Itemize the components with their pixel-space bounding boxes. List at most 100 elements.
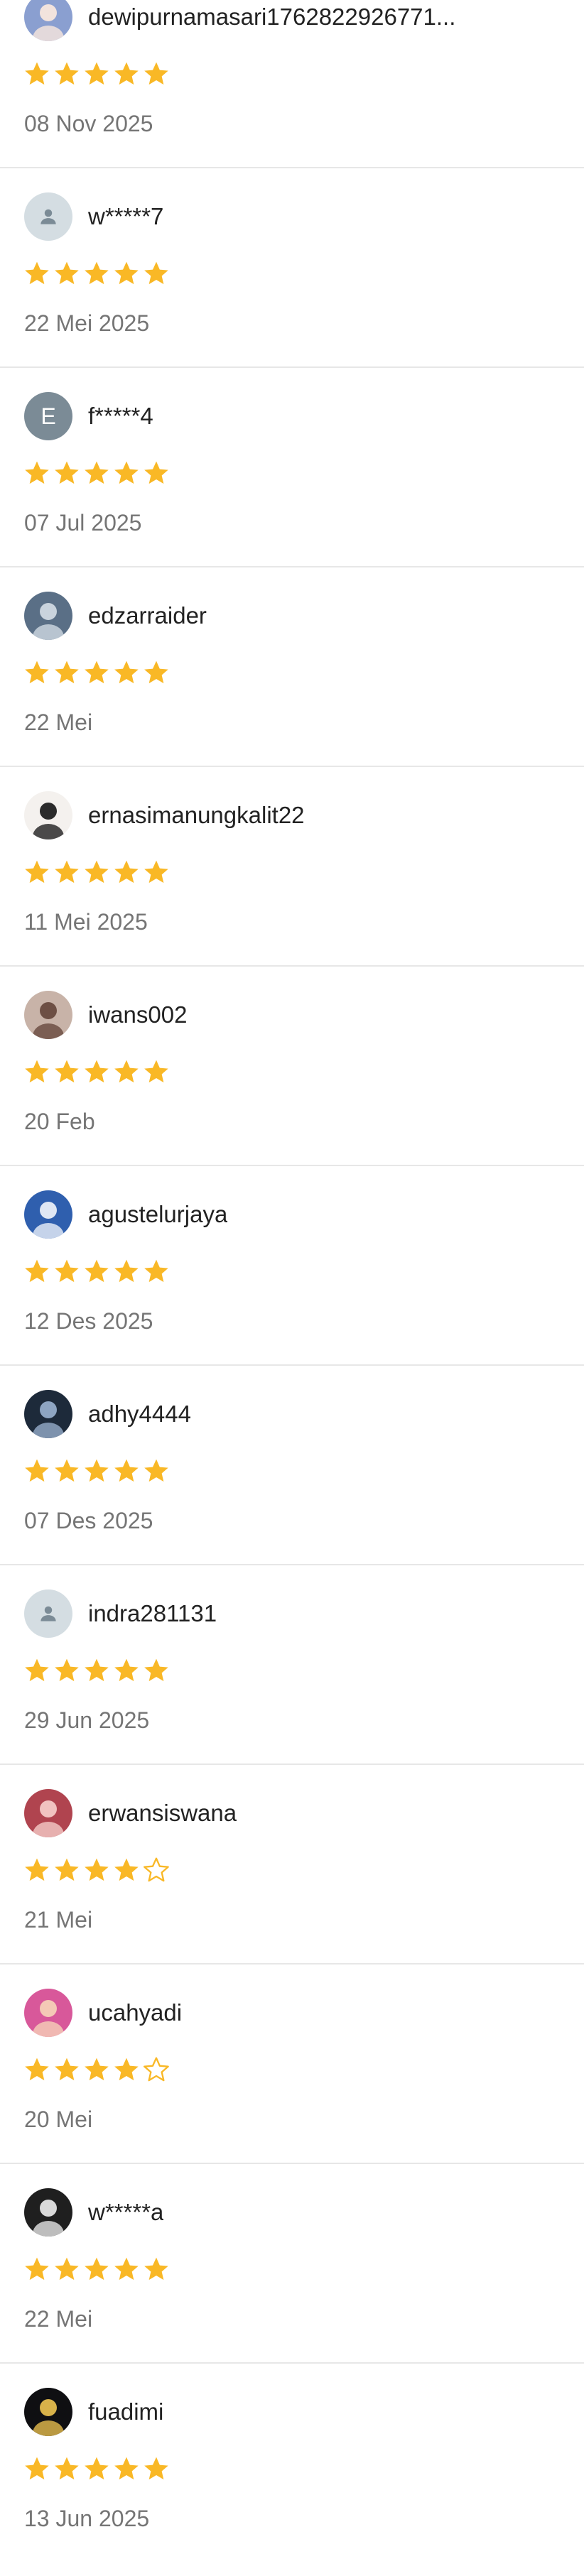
star-filled-icon bbox=[144, 261, 168, 285]
reviewer-username: iwans002 bbox=[88, 1001, 188, 1028]
review-date: 12 Des 2025 bbox=[24, 1308, 153, 1334]
star-filled-icon bbox=[25, 1060, 49, 1083]
avatar-photo bbox=[24, 1789, 72, 1837]
review-item: dewipurnamasari1762822926771... 08 Nov 20… bbox=[0, 0, 584, 168]
avatar-photo bbox=[24, 1390, 72, 1438]
review-date: 07 Jul 2025 bbox=[24, 510, 142, 536]
review-user-row: iwans002 bbox=[24, 991, 187, 1039]
star-filled-icon bbox=[114, 2457, 139, 2480]
star-empty-icon bbox=[144, 2057, 169, 2082]
reviewer-username: edzarraider bbox=[88, 602, 207, 629]
star-filled-icon bbox=[144, 1459, 168, 1482]
avatar-photo bbox=[24, 991, 72, 1039]
review-date: 11 Mei 2025 bbox=[24, 909, 148, 935]
person-icon bbox=[40, 209, 56, 224]
avatar-photo bbox=[24, 1190, 72, 1239]
star-rating bbox=[23, 2455, 171, 2483]
review-list: dewipurnamasari1762822926771... 08 Nov 20… bbox=[0, 0, 584, 2545]
review-date: 21 Mei bbox=[24, 1907, 93, 1933]
review-user-row: agustelurjaya bbox=[24, 1190, 227, 1239]
default-avatar-icon bbox=[24, 1589, 72, 1638]
reviewer-username: indra281131 bbox=[88, 1600, 217, 1626]
default-avatar-icon bbox=[24, 192, 72, 241]
star-filled-icon bbox=[144, 1060, 168, 1083]
reviewer-username: agustelurjaya bbox=[88, 1201, 228, 1227]
star-filled-icon bbox=[55, 261, 79, 285]
star-filled-icon bbox=[114, 2058, 139, 2081]
profile-picture bbox=[33, 603, 64, 640]
star-filled-icon bbox=[55, 1658, 79, 1682]
review-item: iwans002 20 Feb bbox=[0, 967, 584, 1166]
star-filled-icon bbox=[85, 860, 109, 884]
review-user-row: ucahyadi bbox=[24, 1989, 182, 2037]
star-filled-icon bbox=[55, 661, 79, 684]
star-filled-icon bbox=[114, 860, 139, 884]
review-item: adhy4444 07 Des 2025 bbox=[0, 1366, 584, 1565]
profile-picture bbox=[33, 2000, 64, 2037]
star-rating bbox=[23, 1457, 171, 1485]
profile-picture bbox=[33, 803, 64, 839]
review-user-row: w*****7 bbox=[24, 192, 163, 241]
review-item: edzarraider 22 Mei bbox=[0, 567, 584, 767]
review-date: 29 Jun 2025 bbox=[24, 1707, 150, 1733]
review-user-row: adhy4444 bbox=[24, 1390, 191, 1438]
review-user-row: Ef*****4 bbox=[24, 392, 153, 440]
star-filled-icon bbox=[55, 2058, 79, 2081]
review-date: 07 Des 2025 bbox=[24, 1508, 153, 1533]
star-filled-icon bbox=[55, 2257, 79, 2281]
star-rating bbox=[23, 1257, 171, 1286]
review-date: 13 Jun 2025 bbox=[24, 2506, 150, 2531]
star-filled-icon bbox=[114, 2257, 139, 2281]
star-filled-icon bbox=[25, 2058, 49, 2081]
reviewer-username: ucahyadi bbox=[88, 1999, 183, 2026]
avatar-photo bbox=[24, 592, 72, 640]
star-filled-icon bbox=[144, 1259, 168, 1283]
review-user-row: ernasimanungkalit22 bbox=[24, 791, 305, 839]
star-filled-icon bbox=[25, 2257, 49, 2281]
review-item: w*****7 22 Mei 2025 bbox=[0, 168, 584, 368]
reviewer-username: erwansiswana bbox=[88, 1800, 237, 1826]
star-filled-icon bbox=[85, 1658, 109, 1682]
star-filled-icon bbox=[85, 1259, 109, 1283]
star-filled-icon bbox=[55, 2457, 79, 2480]
review-item: Ef*****4 07 Jul 2025 bbox=[0, 368, 584, 567]
star-filled-icon bbox=[25, 1658, 49, 1682]
star-filled-icon bbox=[144, 2457, 168, 2480]
star-filled-icon bbox=[144, 661, 168, 684]
star-filled-icon bbox=[25, 661, 49, 684]
star-filled-icon bbox=[114, 1459, 139, 1482]
review-item: w*****a 22 Mei bbox=[0, 2164, 584, 2364]
star-rating bbox=[23, 2255, 171, 2283]
review-date: 22 Mei bbox=[24, 710, 93, 735]
person-icon bbox=[40, 1606, 56, 1621]
star-filled-icon bbox=[85, 1459, 109, 1482]
star-rating bbox=[23, 1058, 171, 1086]
avatar-photo bbox=[24, 791, 72, 839]
reviewer-username: ernasimanungkalit22 bbox=[88, 802, 305, 828]
avatar-photo bbox=[24, 1989, 72, 2037]
star-filled-icon bbox=[25, 2457, 49, 2480]
star-rating bbox=[23, 658, 171, 687]
reviewer-username: w*****a bbox=[88, 2199, 164, 2225]
avatar-letter: E bbox=[24, 392, 72, 440]
star-rating bbox=[23, 858, 171, 886]
avatar-initial: E bbox=[40, 403, 56, 429]
star-filled-icon bbox=[55, 62, 79, 85]
avatar-photo bbox=[24, 2388, 72, 2436]
reviewer-username: dewipurnamasari1762822926771... bbox=[88, 4, 456, 30]
star-filled-icon bbox=[25, 261, 49, 285]
profile-picture bbox=[33, 4, 64, 41]
star-filled-icon bbox=[114, 1858, 139, 1881]
review-item: ucahyadi 20 Mei bbox=[0, 1964, 584, 2164]
star-filled-icon bbox=[55, 1459, 79, 1482]
review-user-row: erwansiswana bbox=[24, 1789, 237, 1837]
profile-picture bbox=[33, 1800, 64, 1837]
review-user-row: edzarraider bbox=[24, 592, 207, 640]
star-filled-icon bbox=[55, 1858, 79, 1881]
star-rating bbox=[23, 459, 171, 487]
star-rating bbox=[23, 60, 171, 88]
review-item: fuadimi 13 Jun 2025 bbox=[0, 2364, 584, 2563]
review-item: ernasimanungkalit22 11 Mei 2025 bbox=[0, 767, 584, 967]
star-rating bbox=[23, 2055, 171, 2084]
profile-picture bbox=[33, 2200, 64, 2237]
